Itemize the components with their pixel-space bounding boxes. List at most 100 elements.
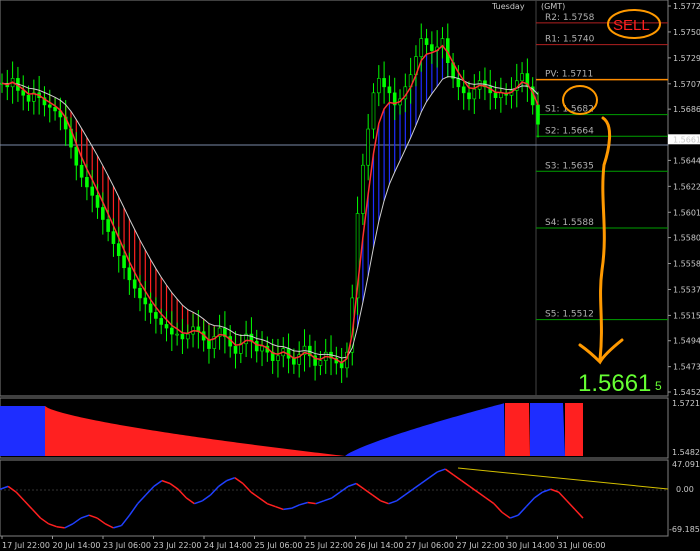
candle-body [366,128,370,166]
oscillator-axis-bottom: -69.1855 [669,525,700,534]
candle-body [79,164,84,178]
oscillator-axis-mid: 0.00 [676,485,694,494]
time-tick-label: 25 Jul 22:00 [305,541,353,550]
candle-body [143,297,148,305]
header-day-label: Tuesday [491,2,525,11]
candle-body [122,255,126,269]
header-tz-label: (GMT) [541,2,565,11]
pivot-label-pv: PV: 1.5711 [545,70,593,80]
time-tick-label: 26 Jul 14:00 [356,541,404,550]
pivot-label-r1: R1: 1.5740 [545,35,595,45]
candle-body [318,360,323,366]
candle-body [159,318,164,325]
time-tick-label: 27 Jul 06:00 [406,541,454,550]
price-tick-label: 1.54520 [673,388,700,397]
candle-body [207,339,211,349]
candle-body [53,107,57,112]
candle-body [233,345,238,354]
time-tick-label: 27 Jul 22:00 [457,541,505,550]
price-tick-label: 1.55370 [673,285,700,294]
candle-body [467,92,471,100]
candle-body [536,104,540,125]
candle-body [382,78,386,88]
candle-body [106,219,110,232]
candle-body [456,78,461,88]
candle-body [132,279,137,289]
candle-body [138,287,142,299]
time-tick-label: 20 Jul 14:00 [53,541,101,550]
time-tick-label: 25 Jul 06:00 [255,541,303,550]
price-tick-label: 1.57075 [673,80,700,89]
candle-body [47,104,52,108]
price-tick-label: 1.56440 [673,156,700,165]
price-tick-label: 1.56010 [673,208,700,217]
pivot-label-s4: S4: 1.5588 [545,218,594,228]
candle-body [376,78,381,94]
candle-body [371,92,376,130]
histogram-pane[interactable]: 1.5721 1.5482 [0,397,700,459]
price-tick-label: 1.57290 [673,54,700,63]
price-tick-label: 1.56225 [673,182,700,191]
sell-label: SELL [613,17,650,34]
candle-body [493,92,498,98]
candle-body [175,333,179,336]
current-price-big: 1.5661 [578,370,651,397]
candle-body [387,86,392,94]
price-tick-label: 1.55800 [673,234,700,243]
candle-body [148,303,153,313]
chart-canvas[interactable]: R2: 1.5758R1: 1.5740PV: 1.5711S1: 1.5682… [0,0,700,551]
candle-body [101,207,105,220]
candle-body [361,164,365,214]
candle-body [26,94,31,102]
candle-body [499,92,503,98]
candle-body [461,86,466,94]
candle-body [116,243,121,256]
time-tick-label: 23 Jul 22:00 [154,541,202,550]
pivot-label-s5: S5: 1.5512 [545,310,594,320]
candle-body [85,176,89,188]
price-pane[interactable]: R2: 1.5758R1: 1.5740PV: 1.5711S1: 1.5682… [0,0,669,397]
candle-body [74,146,79,166]
candle-body [260,345,264,352]
pivot-label-r2: R2: 1.5758 [545,13,595,23]
histogram-axis-top: 1.5721 [672,399,700,408]
candle-body [419,38,424,57]
time-tick-label: 24 Jul 14:00 [204,541,252,550]
price-tick-label: 1.56615 [673,135,700,144]
time-tick-label: 31 Jul 06:00 [558,541,606,550]
histogram-segment [530,403,565,456]
histogram-segment [565,403,583,456]
candle-body [111,231,116,244]
candle-body [276,355,280,361]
candle-body [424,38,429,45]
price-tick-label: 1.57720 [673,2,700,11]
oscillator-pane[interactable]: 47.091 0.00 -69.1855 [0,459,700,537]
time-tick-label: 30 Jul 14:00 [507,541,555,550]
candle-body [472,88,477,100]
price-tick-label: 1.57505 [673,28,700,37]
histogram-segment [0,406,45,456]
price-tick-label: 1.55155 [673,311,700,320]
pivot-label-s2: S2: 1.5664 [545,126,594,136]
candle-body [254,341,259,352]
price-tick-label: 1.54945 [673,337,700,346]
candle-body [90,186,95,196]
candle-body [520,73,524,82]
current-price-small: 5 [655,379,662,393]
candle-body [185,333,190,340]
candle-body [180,333,185,340]
histogram-segment [505,403,530,456]
pivot-label-s3: S3: 1.5635 [545,161,594,171]
candle-body [95,195,100,208]
candle-body [127,267,132,281]
candle-body [430,44,434,51]
price-tick-label: 1.56865 [673,105,700,114]
price-tick-label: 1.54730 [673,363,700,372]
time-tick-label: 23 Jul 06:00 [103,541,151,550]
candle-body [154,312,158,319]
time-tick-label: 17 Jul 22:00 [2,541,50,550]
candle-body [164,324,169,329]
price-tick-label: 1.55585 [673,260,700,269]
oscillator-axis-top: 47.091 [672,460,700,469]
candle-body [170,327,174,335]
